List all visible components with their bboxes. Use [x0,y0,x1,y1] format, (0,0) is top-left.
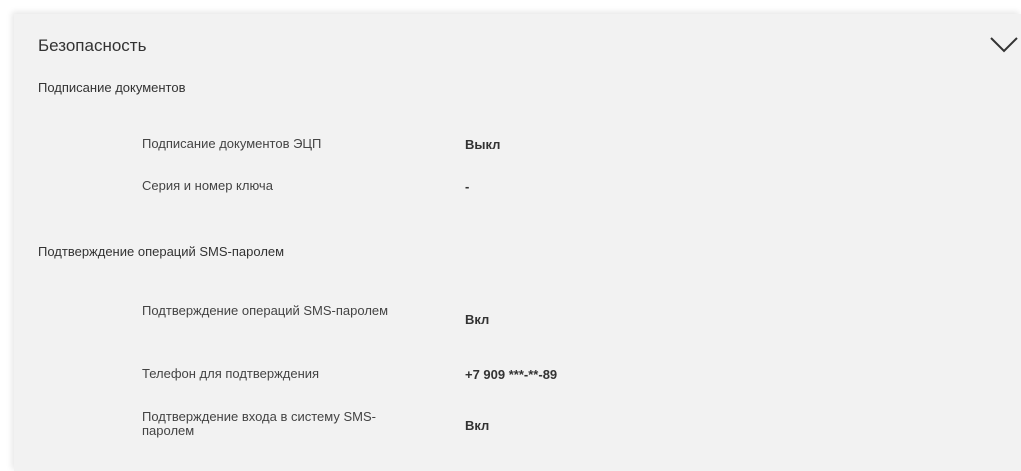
row-label-sms-login: Подтверждение входа в систему SMS-пароле… [142,409,376,438]
row-value-eds-signing: Выкл [465,137,501,152]
row-label-sms-operations: Подтверждение операций SMS-паролем [142,303,389,318]
section-title-document-signing: Подписание документов [38,80,186,95]
row-label-eds-signing: Подписание документов ЭЦП [142,136,322,151]
row-value-confirmation-phone: +7 909 ***-**-89 [465,367,558,382]
chevron-down-icon[interactable] [989,36,1019,54]
row-value-sms-login: Вкл [465,418,490,433]
section-title-sms-confirmation: Подтверждение операций SMS-паролем [38,244,285,259]
row-label-key-serial: Серия и номер ключа [142,178,273,193]
panel-title: Безопасность [38,36,147,55]
row-value-sms-operations: Вкл [465,312,490,327]
row-value-key-serial: - [465,179,470,194]
security-panel: Безопасность Подписание документов Подпи… [14,14,1021,471]
row-label-confirmation-phone: Телефон для подтверждения [142,366,320,381]
